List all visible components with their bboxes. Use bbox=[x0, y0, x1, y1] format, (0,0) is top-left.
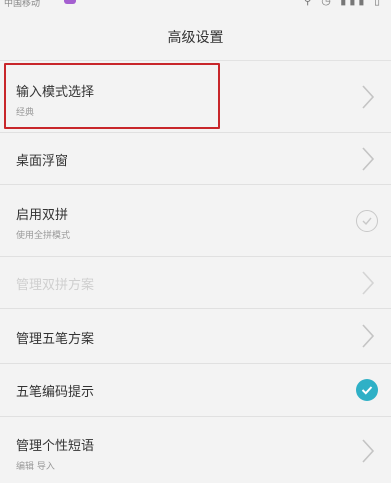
setting-custom-phrases[interactable]: 管理个性短语 编辑 导入 bbox=[0, 417, 391, 483]
setting-desktop-float[interactable]: 桌面浮窗 bbox=[0, 133, 391, 185]
setting-sub: 使用全拼模式 bbox=[16, 231, 71, 241]
setting-manage-shuangpin: 管理双拼方案 bbox=[0, 257, 391, 309]
carrier-label: 中国移动 bbox=[4, 0, 41, 9]
checkbox-unchecked[interactable] bbox=[356, 210, 378, 232]
chevron-right-icon bbox=[361, 147, 375, 171]
setting-sub: 编辑 导入 bbox=[16, 462, 55, 472]
header: 高级设置 bbox=[0, 14, 391, 61]
checkbox-checked[interactable] bbox=[356, 379, 378, 401]
chevron-right-icon bbox=[361, 324, 375, 348]
setting-enable-shuangpin[interactable]: 启用双拼 使用全拼模式 bbox=[0, 185, 391, 257]
setting-label: 管理五笔方案 bbox=[16, 332, 95, 347]
status-bar: 中国移动 ⚲ ◷ ▮▮▮ ▯ bbox=[0, 0, 391, 10]
status-icons: ⚲ ◷ ▮▮▮ ▯ bbox=[303, 0, 383, 7]
setting-label: 五笔编码提示 bbox=[16, 385, 95, 400]
chevron-right-icon bbox=[361, 439, 375, 463]
chevron-right-icon bbox=[361, 85, 375, 109]
setting-wubi-hint[interactable]: 五笔编码提示 bbox=[0, 364, 391, 417]
setting-label: 管理个性短语 bbox=[16, 439, 95, 454]
setting-label: 管理双拼方案 bbox=[16, 278, 95, 293]
notification-icon bbox=[64, 0, 76, 4]
setting-manage-wubi[interactable]: 管理五笔方案 bbox=[0, 309, 391, 364]
setting-label: 桌面浮窗 bbox=[16, 154, 69, 169]
chevron-right-icon bbox=[361, 271, 375, 295]
page-title: 高级设置 bbox=[167, 30, 224, 46]
highlight-box bbox=[4, 63, 220, 129]
setting-label: 启用双拼 bbox=[16, 208, 69, 223]
